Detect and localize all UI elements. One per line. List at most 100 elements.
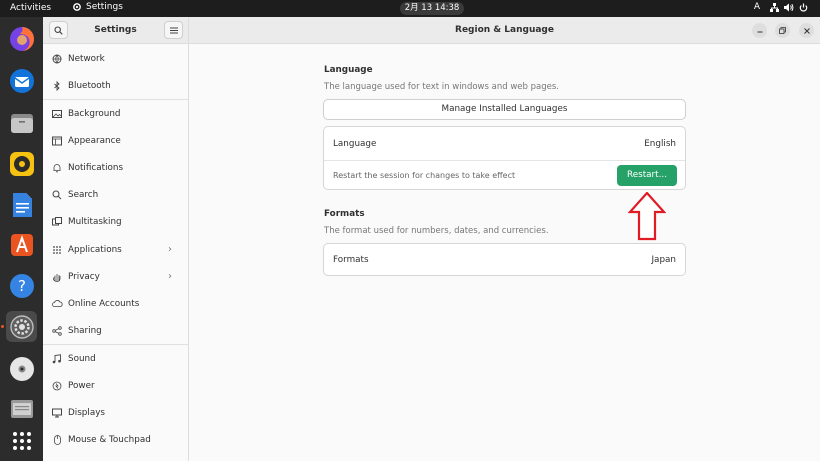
trash-icon (10, 399, 33, 418)
share-icon (52, 325, 62, 336)
sidebar-item-notifications[interactable]: Notifications (43, 154, 188, 181)
bell-icon (53, 163, 61, 172)
help-icon: ? (9, 273, 34, 298)
sidebar-item-applications[interactable]: Applications › (43, 236, 188, 263)
sidebar-item-network[interactable]: Network (43, 45, 188, 72)
sidebar-item-privacy[interactable]: Privacy › (43, 263, 188, 290)
dock-firefox[interactable] (6, 23, 37, 54)
panel-header: Region & Language (189, 17, 820, 44)
appearance-icon (52, 136, 62, 145)
dock-help[interactable]: ? (6, 270, 37, 301)
sidebar-item-bluetooth[interactable]: Bluetooth (43, 72, 188, 99)
sidebar-item-label: Displays (68, 407, 106, 418)
language-label: Language (333, 138, 377, 149)
language-section-title: Language (324, 65, 373, 75)
dock-trash[interactable] (6, 393, 37, 424)
sidebar-item-multitasking[interactable]: Multitasking (43, 208, 188, 235)
minimize-button[interactable] (752, 23, 767, 38)
dock-thunderbird[interactable] (6, 65, 37, 96)
sidebar-item-displays[interactable]: Displays (43, 399, 188, 426)
sidebar-item-background[interactable]: Background (43, 100, 188, 127)
svg-text:?: ? (18, 277, 26, 295)
formats-section-title: Formats (324, 209, 365, 219)
disc-icon (9, 356, 34, 381)
region-language-panel: Region & Language Language The language … (189, 17, 820, 461)
sidebar-item-label: Background (68, 108, 121, 119)
sidebar-item-sharing[interactable]: Sharing (43, 317, 188, 344)
sidebar-item-label: Appearance (68, 135, 121, 146)
grid-icon (53, 245, 61, 254)
page-title: Region & Language (455, 25, 554, 35)
activities-button[interactable]: Activities (10, 3, 51, 13)
sidebar-item-label: Notifications (68, 162, 124, 173)
bluetooth-icon (54, 80, 60, 91)
status-menu[interactable] (770, 2, 808, 12)
restart-button[interactable]: Restart... (617, 165, 677, 186)
sidebar-item-label: Bluetooth (68, 80, 111, 91)
mouse-icon (53, 434, 61, 445)
app-menu-label: Settings (86, 2, 123, 12)
app-menu[interactable]: Settings (72, 2, 123, 12)
sidebar-item-sound[interactable]: Sound (43, 345, 188, 372)
language-row[interactable]: Language English (324, 127, 685, 161)
minimize-icon (757, 31, 762, 32)
sidebar-item-online-accounts[interactable]: Online Accounts (43, 290, 188, 317)
chevron-right-icon: › (168, 244, 172, 255)
display-icon (52, 408, 62, 417)
formats-card: Formats Japan (323, 243, 686, 276)
dock-rhythmbox[interactable] (6, 148, 37, 179)
network-status-icon (770, 2, 779, 12)
close-button[interactable] (799, 23, 814, 38)
formats-label: Formats (333, 254, 369, 265)
formats-section-description: The format used for numbers, dates, and … (324, 226, 549, 236)
formats-value: Japan (651, 254, 676, 265)
app-center-icon (10, 233, 33, 256)
background-icon (52, 109, 62, 118)
sidebar-item-label: Sharing (68, 325, 102, 336)
sidebar-item-label: Power (68, 380, 95, 391)
language-card: Language English Restart the session for… (323, 126, 686, 190)
active-app-indicator (1, 325, 4, 328)
restart-row: Restart the session for changes to take … (324, 161, 685, 190)
show-apps-button[interactable] (6, 425, 37, 456)
clock[interactable]: 2月 13 14:38 (400, 2, 464, 15)
sidebar-item-mouse-touchpad[interactable]: Mouse & Touchpad (43, 426, 188, 453)
restore-icon (779, 27, 786, 34)
language-section-description: The language used for text in windows an… (324, 82, 559, 92)
settings-icon (9, 314, 34, 339)
gear-icon (73, 3, 81, 11)
sidebar-item-label: Sound (68, 353, 96, 364)
rhythmbox-icon (9, 151, 34, 176)
manage-installed-languages-button[interactable]: Manage Installed Languages (323, 99, 686, 120)
restart-note: Restart the session for changes to take … (333, 171, 516, 180)
formats-row[interactable]: Formats Japan (324, 244, 685, 275)
dock-disc[interactable] (6, 353, 37, 384)
close-icon (803, 27, 810, 34)
sidebar-item-appearance[interactable]: Appearance (43, 127, 188, 154)
hand-icon (53, 273, 61, 282)
power-menu-icon (799, 3, 808, 12)
system-tray: A (754, 2, 808, 12)
dock-app-center[interactable] (6, 229, 37, 260)
dock-settings[interactable] (6, 311, 37, 342)
annotation-arrow-icon (628, 192, 666, 241)
sidebar-item-search[interactable]: Search (43, 181, 188, 208)
thunderbird-icon (9, 68, 34, 93)
dock-files[interactable] (6, 107, 37, 138)
sidebar-item-label: Privacy (68, 271, 100, 282)
input-method-indicator[interactable]: A (754, 2, 760, 12)
firefox-icon (9, 26, 34, 51)
dock: ? (0, 17, 43, 461)
music-note-icon (52, 353, 61, 363)
cloud-icon (51, 300, 63, 307)
language-value: English (644, 138, 676, 149)
sidebar-item-label: Search (68, 189, 99, 200)
sidebar-item-label: Applications (68, 244, 122, 255)
maximize-button[interactable] (775, 23, 790, 38)
hamburger-icon (169, 27, 178, 33)
hamburger-menu-button[interactable] (164, 21, 183, 39)
network-icon (52, 54, 62, 63)
sidebar-item-power[interactable]: Power (43, 372, 188, 399)
show-apps-icon (12, 431, 31, 450)
dock-writer[interactable] (6, 189, 37, 220)
